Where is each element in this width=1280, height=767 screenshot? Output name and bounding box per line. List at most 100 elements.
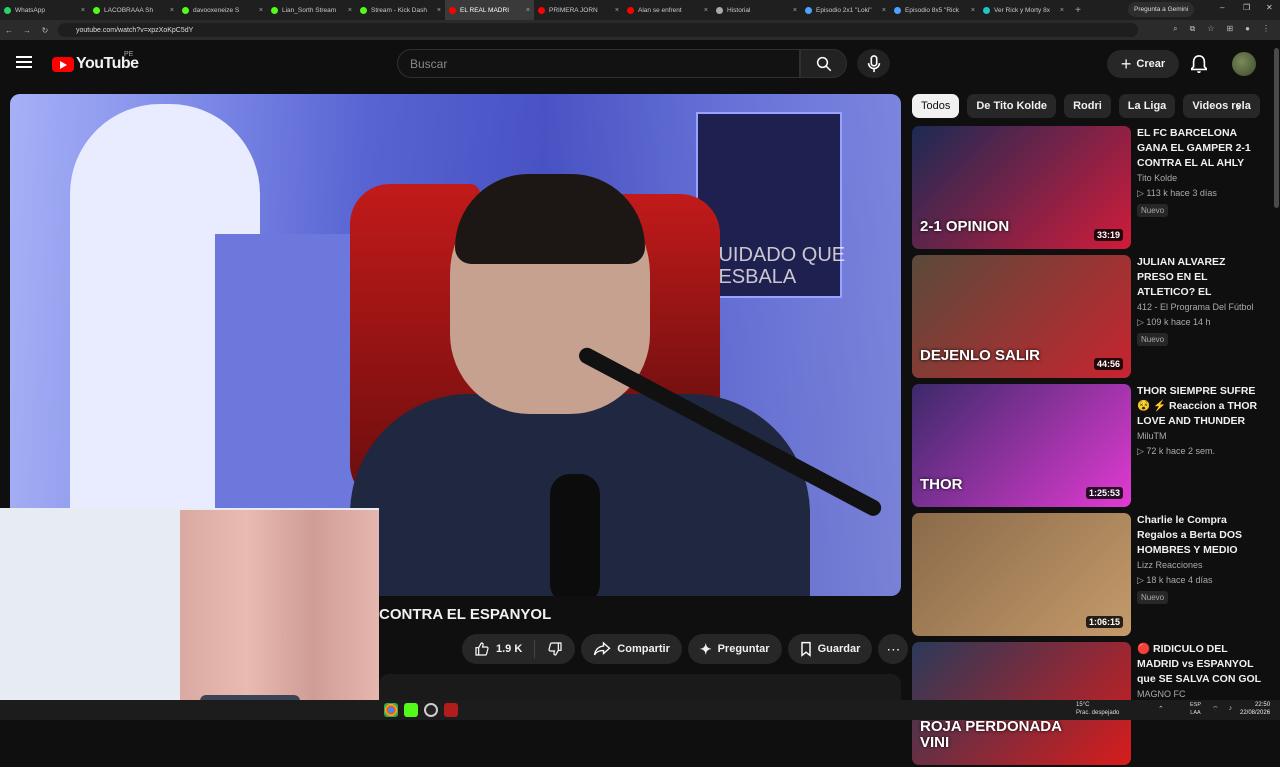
notifications-button[interactable] <box>1190 54 1208 79</box>
reload-icon[interactable]: ↻ <box>36 26 54 35</box>
obs-icon[interactable] <box>424 703 438 717</box>
browser-tab[interactable]: Alan se enfrent × <box>623 0 712 20</box>
video-thumbnail[interactable]: 1:06:15 <box>912 513 1131 636</box>
filter-chip[interactable]: La Liga <box>1118 94 1176 118</box>
profile-icon[interactable]: ● <box>1245 24 1250 34</box>
views-icon: ▷ <box>1137 317 1147 327</box>
chrome-icon[interactable] <box>384 703 398 717</box>
browser-tab[interactable]: Historial × <box>712 0 801 20</box>
duration-badge: 1:25:53 <box>1085 487 1123 499</box>
menu-icon[interactable] <box>16 56 32 68</box>
upload-age: hace 14 h <box>1170 317 1211 327</box>
browser-menu-icon[interactable]: ⋮ <box>1262 24 1270 34</box>
channel-name[interactable]: 412 - El Programa Del Fútbol <box>1137 302 1254 312</box>
browser-tab[interactable]: EL REAL MADRI × <box>445 0 534 20</box>
channel-name[interactable]: MiluTM <box>1137 431 1167 441</box>
browser-tab[interactable]: WhatsApp × <box>0 0 89 20</box>
app-red-icon[interactable] <box>444 703 458 717</box>
tab-favicon-icon <box>182 6 189 14</box>
voice-search-button[interactable] <box>857 49 890 78</box>
recommendation-title[interactable]: THOR SIEMPRE SUFRE 😵 ⚡ Reaccion a THOR L… <box>1137 384 1265 429</box>
browser-tab-strip: WhatsApp × LACOBRAAA Sh × davooxeneize S × Lia… <box>0 0 1280 20</box>
browser-tab[interactable]: Ver Rick y Morty 8x × <box>979 0 1068 20</box>
thumbnail-text: ROJA PERDONADA VINI <box>920 718 1062 751</box>
tab-close-icon[interactable]: × <box>971 7 975 14</box>
tab-label: EL REAL MADRI <box>460 6 510 14</box>
recommendation-item[interactable]: 1:06:15 Charlie le Compra Regalos a Berta… <box>912 513 1272 638</box>
tab-close-icon[interactable]: × <box>704 7 708 14</box>
browser-tab[interactable]: LACOBRAAA Sh × <box>89 0 178 20</box>
tab-favicon-icon <box>93 6 100 14</box>
filter-chip[interactable]: Rodri <box>1064 94 1111 118</box>
tab-close-icon[interactable]: × <box>348 7 352 14</box>
recommendation-item[interactable]: DEJENLO SALIR 44:56 JULIAN ALVAREZ PRESO E… <box>912 255 1272 380</box>
more-actions-button[interactable]: ⋯ <box>878 634 909 664</box>
tab-close-icon[interactable]: × <box>1060 7 1064 14</box>
description-box[interactable] <box>379 674 901 700</box>
filter-chip[interactable]: Todos <box>912 94 960 118</box>
browser-tab[interactable]: Lian_Sorth Stream × <box>267 0 356 20</box>
lang-top: ESP <box>1190 702 1202 708</box>
recommendation-title[interactable]: EL FC BARCELONA GANA EL GAMPER 2-1 CONTR… <box>1137 126 1265 171</box>
create-button[interactable]: + Crear <box>1107 50 1179 78</box>
recommendation-item[interactable]: THOR 1:25:53 THOR SIEMPRE SUFRE 😵 ⚡ Reacci… <box>912 384 1272 509</box>
extensions-icon[interactable]: ⊞ <box>1226 24 1233 34</box>
channel-name[interactable]: Tito Kolde <box>1137 173 1177 183</box>
dislike-button[interactable] <box>535 634 575 664</box>
browser-tab[interactable]: davooxeneize S × <box>178 0 267 20</box>
filter-chip[interactable]: Videos rela <box>1183 94 1260 118</box>
view-count: 72 k <box>1146 446 1164 456</box>
bookmark-star-icon[interactable]: ☆ <box>1207 24 1214 34</box>
filter-chip[interactable]: De Tito Kolde <box>967 94 1057 118</box>
kick-icon[interactable] <box>404 703 418 717</box>
os-taskbar: 15°C Prac. despejado ⌃ ESP LAA ⌔ ♪ 22:50… <box>0 700 1280 720</box>
tab-close-icon[interactable]: × <box>81 7 85 14</box>
tab-close-icon[interactable]: × <box>882 7 886 14</box>
recommendation-title[interactable]: 🔴 RIDICULO DEL MADRID vs ESPANYOL que SE… <box>1137 642 1265 687</box>
video-thumbnail[interactable]: THOR 1:25:53 <box>912 384 1131 507</box>
channel-name[interactable]: Lizz Reacciones <box>1137 560 1203 570</box>
browser-tab[interactable]: Stream - Kick Dash × <box>356 0 445 20</box>
recommendation-title[interactable]: JULIAN ALVAREZ PRESO EN EL ATLETICO? EL … <box>1137 255 1265 300</box>
clock[interactable]: 22:50 22/08/2026 <box>1240 701 1270 717</box>
search-button[interactable] <box>800 49 847 78</box>
video-thumbnail[interactable]: 2-1 OPINION 33:19 <box>912 126 1131 249</box>
browser-tab[interactable]: Episodio 8x5 "Rick × <box>890 0 979 20</box>
tab-close-icon[interactable]: × <box>526 7 530 14</box>
back-icon[interactable]: ← <box>0 26 18 35</box>
tab-close-icon[interactable]: × <box>437 7 441 14</box>
new-tab-button[interactable]: + <box>1068 5 1088 16</box>
forward-icon[interactable]: → <box>18 26 36 35</box>
chevron-right-icon[interactable]: › <box>1236 98 1241 114</box>
tab-close-icon[interactable]: × <box>259 7 263 14</box>
minimize-button[interactable]: – <box>1220 3 1224 12</box>
recommendation-item[interactable]: 2-1 OPINION 33:19 EL FC BARCELONA GANA EL … <box>912 126 1272 251</box>
browser-tab[interactable]: PRIMERA JORN × <box>534 0 623 20</box>
wifi-icon[interactable]: ⌔ <box>1212 705 1219 714</box>
page-scrollbar[interactable] <box>1274 48 1279 208</box>
share-button[interactable]: Compartir <box>581 634 682 664</box>
weather-widget[interactable]: 15°C Prac. despejado <box>1076 701 1119 717</box>
channel-name[interactable]: MAGNO FC <box>1137 689 1186 699</box>
language-indicator[interactable]: ESP LAA <box>1190 701 1201 717</box>
gemini-button[interactable]: Pregunta a Gemini <box>1128 2 1195 17</box>
avatar[interactable] <box>1232 52 1256 76</box>
save-button[interactable]: Guardar <box>787 634 873 664</box>
zoom-icon[interactable]: ⌕ <box>1173 24 1177 34</box>
tab-close-icon[interactable]: × <box>615 7 619 14</box>
video-thumbnail[interactable]: DEJENLO SALIR 44:56 <box>912 255 1131 378</box>
tray-chevron-icon[interactable]: ⌃ <box>1158 705 1164 713</box>
url-bar[interactable]: youtube.com/watch?v=xpzXoKpC5dY <box>58 23 1138 37</box>
volume-icon[interactable]: ♪ <box>1229 705 1233 714</box>
like-button[interactable]: 1.9 K <box>462 634 534 664</box>
maximize-button[interactable]: ❐ <box>1243 3 1250 12</box>
search-input[interactable]: Buscar <box>397 49 800 78</box>
install-icon[interactable]: ⧉ <box>1190 24 1196 34</box>
close-window-button[interactable]: ✕ <box>1266 3 1273 12</box>
recommendation-title[interactable]: Charlie le Compra Regalos a Berta DOS HO… <box>1137 513 1265 558</box>
tab-close-icon[interactable]: × <box>170 7 174 14</box>
tab-close-icon[interactable]: × <box>793 7 797 14</box>
browser-tab[interactable]: Episodio 2x1 "Loki" × <box>801 0 890 20</box>
ask-button[interactable]: ✦ Preguntar <box>687 634 782 664</box>
youtube-logo[interactable]: YouTube PE <box>52 51 139 73</box>
